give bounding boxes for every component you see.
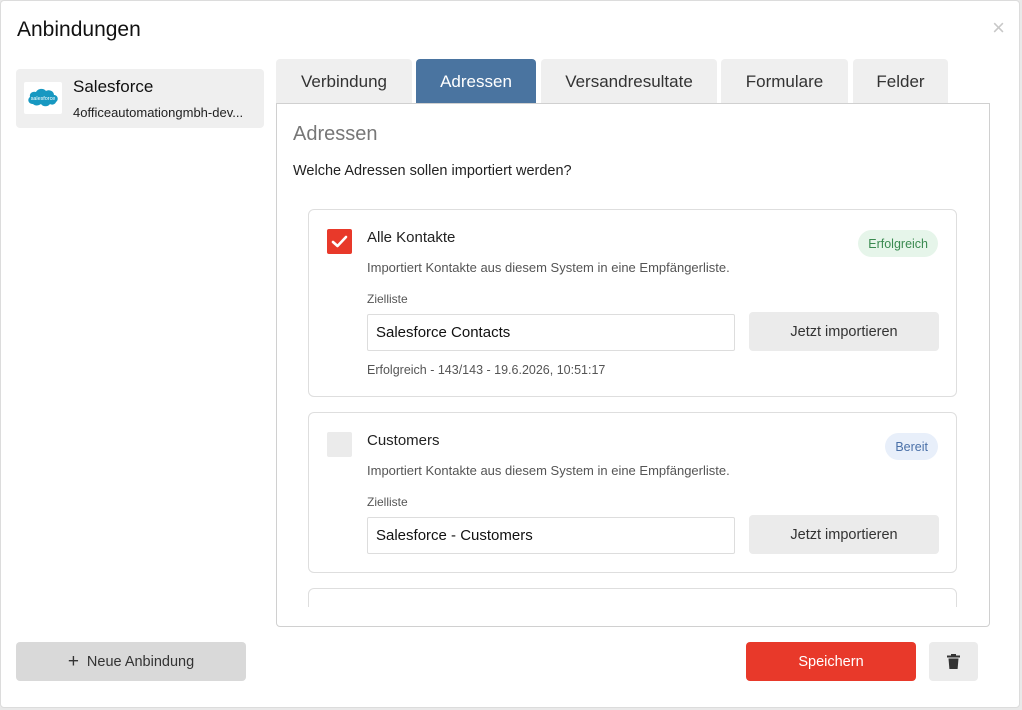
tab-formulare[interactable]: Formulare xyxy=(721,59,848,104)
card-description: Importiert Kontakte aus diesem System in… xyxy=(367,463,730,478)
card-description: Importiert Kontakte aus diesem System in… xyxy=(367,260,730,275)
sidebar-item-salesforce[interactable]: salesforce Salesforce 4officeautomationg… xyxy=(16,69,264,128)
target-list-input[interactable] xyxy=(367,314,735,351)
connection-name: Salesforce xyxy=(73,77,154,96)
tab-verbindung[interactable]: Verbindung xyxy=(276,59,412,104)
status-badge: Erfolgreich xyxy=(858,230,938,257)
tab-versandresultate[interactable]: Versandresultate xyxy=(541,59,717,104)
checkmark-icon xyxy=(331,235,348,248)
import-card-alle-kontakte: Alle Kontakte Erfolgreich Importiert Kon… xyxy=(308,209,957,397)
logo-text: salesforce xyxy=(31,96,56,102)
target-list-input[interactable] xyxy=(367,517,735,554)
status-badge: Bereit xyxy=(885,433,938,460)
target-list-label: Zielliste xyxy=(367,495,408,509)
import-status-text: Erfolgreich - 143/143 - 19.6.2026, 10:51… xyxy=(367,363,606,377)
import-card-partial xyxy=(308,588,957,607)
connection-account: 4officeautomationgmbh-dev... xyxy=(73,105,244,120)
cards-scroll-area[interactable]: Alle Kontakte Erfolgreich Importiert Kon… xyxy=(277,199,989,607)
tab-adressen[interactable]: Adressen xyxy=(416,59,536,104)
connections-dialog: Anbindungen × salesforce Salesforce 4off… xyxy=(0,0,1020,708)
tab-felder[interactable]: Felder xyxy=(853,59,948,104)
panel-title: Adressen xyxy=(293,123,378,145)
import-checkbox[interactable] xyxy=(327,432,352,457)
save-button[interactable]: Speichern xyxy=(746,642,916,681)
new-connection-label: Neue Anbindung xyxy=(86,653,195,670)
new-connection-button[interactable]: + Neue Anbindung xyxy=(16,642,246,681)
dialog-title: Anbindungen xyxy=(17,18,141,41)
trash-icon xyxy=(947,654,960,669)
import-card-customers: Customers Bereit Importiert Kontakte aus… xyxy=(308,412,957,573)
card-title: Alle Kontakte xyxy=(367,229,456,246)
card-title: Customers xyxy=(367,432,440,449)
target-list-label: Zielliste xyxy=(367,292,408,306)
salesforce-logo-icon: salesforce xyxy=(24,82,62,114)
plus-icon: + xyxy=(67,651,79,672)
import-now-button[interactable]: Jetzt importieren xyxy=(749,515,939,554)
import-now-button[interactable]: Jetzt importieren xyxy=(749,312,939,351)
close-icon[interactable]: × xyxy=(992,17,1005,39)
import-checkbox[interactable] xyxy=(327,229,352,254)
addresses-panel: Adressen Welche Adressen sollen importie… xyxy=(276,103,990,627)
panel-question: Welche Adressen sollen importiert werden… xyxy=(293,163,572,179)
delete-button[interactable] xyxy=(929,642,978,681)
